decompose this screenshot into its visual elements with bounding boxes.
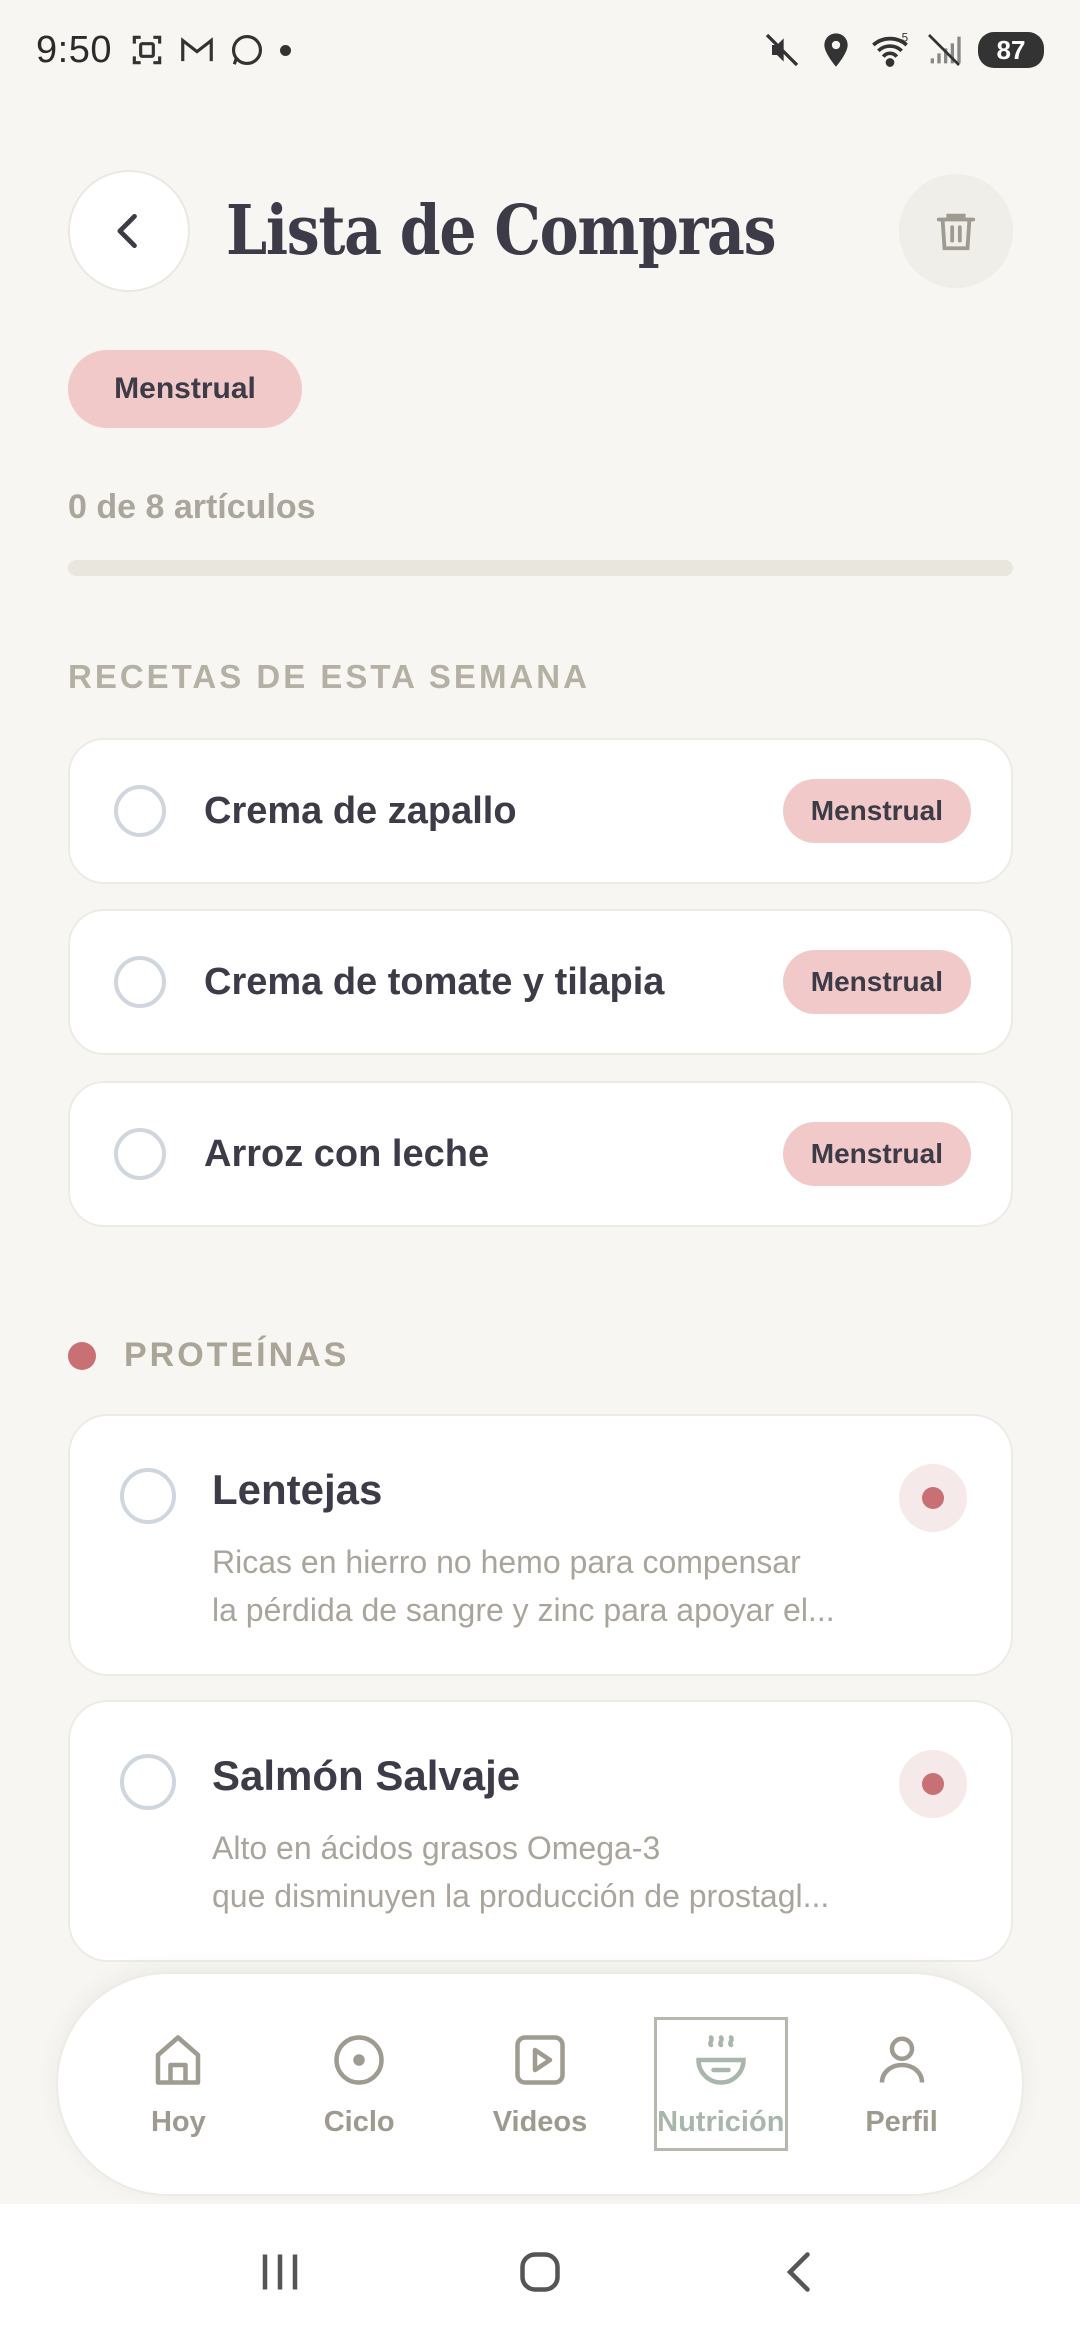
system-navigation-bar <box>0 2204 1080 2340</box>
location-icon <box>824 33 848 67</box>
screenshot-icon <box>132 35 162 65</box>
nav-item-perfil[interactable]: Perfil <box>835 2017 969 2151</box>
bowl-icon <box>696 2034 746 2085</box>
status-time: 9:50 <box>36 28 112 71</box>
gmail-icon <box>181 37 213 62</box>
bottom-navigation: Hoy Ciclo Videos Nutrición Perfil <box>56 1972 1024 2196</box>
home-button-icon[interactable] <box>510 2242 570 2302</box>
wifi-icon: 5 <box>872 32 908 67</box>
back-button[interactable] <box>68 170 190 292</box>
nav-item-nutricion[interactable]: Nutrición <box>653 2017 788 2151</box>
recipe-checkbox[interactable] <box>114 785 166 837</box>
recipe-card[interactable]: Arroz con leche Menstrual <box>68 1081 1013 1227</box>
category-badge <box>899 1464 967 1532</box>
nav-label: Perfil <box>865 2105 938 2138</box>
back-nav-icon[interactable] <box>770 2242 830 2302</box>
recipe-card[interactable]: Crema de zapallo Menstrual <box>68 738 1013 884</box>
recipe-name: Arroz con leche <box>204 1132 490 1175</box>
status-dot <box>279 44 291 56</box>
play-icon <box>515 2034 565 2085</box>
nav-item-hoy[interactable]: Hoy <box>111 2017 245 2151</box>
food-description: Ricas en hierro no hemo para compensar l… <box>212 1538 902 1634</box>
header: Lista de Compras <box>68 170 1013 292</box>
food-description-line: que disminuyen la producción de prostagl… <box>212 1878 830 1914</box>
recipe-card[interactable]: Crema de tomate y tilapia Menstrual <box>68 909 1013 1055</box>
food-description: Alto en ácidos grasos Omega-3 que dismin… <box>212 1824 902 1920</box>
food-checkbox[interactable] <box>120 1468 176 1524</box>
category-dot <box>68 1341 96 1370</box>
food-description-line: Alto en ácidos grasos Omega-3 <box>212 1830 661 1866</box>
home-icon <box>156 2034 201 2085</box>
recent-apps-icon[interactable] <box>250 2242 310 2302</box>
wifi-label: 5 <box>902 32 908 45</box>
recipe-name: Crema de tomate y tilapia <box>204 960 665 1003</box>
recipe-checkbox[interactable] <box>114 1128 166 1180</box>
recipes-section-title: RECETAS DE ESTA SEMANA <box>68 658 590 695</box>
recipe-checkbox[interactable] <box>114 956 166 1008</box>
recipe-phase-tag: Menstrual <box>782 779 971 843</box>
recipe-name: Crema de zapallo <box>204 789 517 832</box>
delete-list-button[interactable] <box>899 174 1013 288</box>
food-checkbox[interactable] <box>120 1754 176 1810</box>
food-item-card[interactable]: Salmón Salvaje Alto en ácidos grasos Ome… <box>68 1700 1013 1962</box>
progress-bar <box>68 560 1013 576</box>
category-badge <box>899 1750 967 1818</box>
recipe-phase-tag: Menstrual <box>782 950 971 1014</box>
nav-item-ciclo[interactable]: Ciclo <box>292 2017 426 2151</box>
nav-item-videos[interactable]: Videos <box>473 2017 607 2151</box>
nav-label: Nutrición <box>657 2105 785 2138</box>
page-title: Lista de Compras <box>226 191 777 271</box>
mute-icon <box>765 33 799 67</box>
nav-label: Ciclo <box>323 2105 395 2138</box>
food-description-line: la pérdida de sangre y zinc para apoyar … <box>212 1592 835 1628</box>
status-bar: 9:50 5 87 <box>0 0 1080 100</box>
food-name: Salmón Salvaje <box>212 1752 521 1799</box>
nav-label: Videos <box>492 2105 588 2138</box>
nav-label: Hoy <box>150 2105 206 2138</box>
progress-text: 0 de 8 artículos <box>68 488 316 526</box>
person-icon <box>879 2036 924 2083</box>
signal-icon <box>928 34 961 66</box>
food-item-card[interactable]: Lentejas Ricas en hierro no hemo para co… <box>68 1414 1013 1676</box>
notification-icons <box>128 31 266 69</box>
system-icons: 5 87 <box>762 30 1044 70</box>
category-header: PROTEÍNAS <box>68 1336 349 1375</box>
category-title: PROTEÍNAS <box>124 1336 350 1374</box>
trash-icon <box>936 213 976 251</box>
food-name: Lentejas <box>212 1466 383 1513</box>
food-description-line: Ricas en hierro no hemo para compensar <box>212 1544 801 1580</box>
phase-chip[interactable]: Menstrual <box>68 350 302 428</box>
chevron-left-icon <box>117 213 137 249</box>
recipe-phase-tag: Menstrual <box>782 1122 971 1186</box>
cycle-icon <box>334 2034 384 2085</box>
battery-indicator: 87 <box>978 32 1044 68</box>
whatsapp-icon <box>231 34 263 66</box>
